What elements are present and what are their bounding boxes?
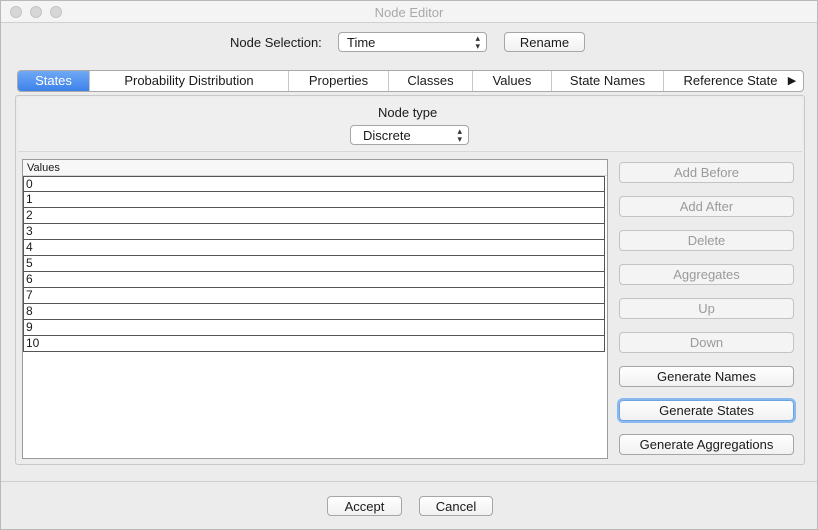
- generate-aggregations-button[interactable]: Generate Aggregations: [619, 434, 794, 455]
- value-row[interactable]: 3: [23, 224, 605, 240]
- value-row[interactable]: 9: [23, 320, 605, 336]
- up-button[interactable]: Up: [619, 298, 794, 319]
- value-row[interactable]: 1: [23, 192, 605, 208]
- value-row[interactable]: 2: [23, 208, 605, 224]
- value-row[interactable]: 5: [23, 256, 605, 272]
- values-column-header: Values: [23, 160, 607, 176]
- accept-button[interactable]: Accept: [327, 496, 402, 516]
- value-row[interactable]: 6: [23, 272, 605, 288]
- values-table[interactable]: Values 0 1 2 3 4 5 6 7 8 9 10: [22, 159, 608, 459]
- node-editor-window: Node Editor Node Selection: Time ▴ ▾ Rena…: [0, 0, 818, 530]
- title-bar: Node Editor: [1, 1, 817, 23]
- rename-button[interactable]: Rename: [504, 32, 585, 52]
- tab-states[interactable]: States: [18, 71, 90, 91]
- node-type-value: Discrete: [363, 128, 411, 143]
- tab-properties[interactable]: Properties: [289, 71, 389, 91]
- add-before-button[interactable]: Add Before: [619, 162, 794, 183]
- generate-names-button[interactable]: Generate Names: [619, 366, 794, 387]
- down-button[interactable]: Down: [619, 332, 794, 353]
- value-row[interactable]: 7: [23, 288, 605, 304]
- generate-states-button[interactable]: Generate States: [619, 400, 794, 421]
- value-row[interactable]: 4: [23, 240, 605, 256]
- node-type-select[interactable]: Discrete ▴ ▾: [350, 125, 469, 145]
- window-title: Node Editor: [374, 5, 444, 20]
- aggregates-button[interactable]: Aggregates: [619, 264, 794, 285]
- node-selection-select[interactable]: Time ▴ ▾: [338, 32, 487, 52]
- node-selection-label: Node Selection:: [230, 35, 322, 50]
- tab-probability-distribution[interactable]: Probability Distribution: [90, 71, 289, 91]
- tab-values[interactable]: Values: [473, 71, 552, 91]
- tab-classes[interactable]: Classes: [389, 71, 473, 91]
- updown-chevron-icon: ▴ ▾: [475, 33, 480, 51]
- node-selection-value: Time: [347, 35, 376, 50]
- value-row[interactable]: 8: [23, 304, 605, 320]
- tab-scroll-right-icon[interactable]: ▶: [781, 71, 803, 91]
- node-type-label: Node type: [378, 105, 438, 120]
- cancel-button[interactable]: Cancel: [419, 496, 493, 516]
- add-after-button[interactable]: Add After: [619, 196, 794, 217]
- tab-bar: States Probability Distribution Properti…: [17, 70, 804, 92]
- footer-divider: [1, 481, 817, 482]
- tab-reference-state[interactable]: Reference State: [664, 71, 797, 91]
- value-row[interactable]: 10: [23, 336, 605, 352]
- tab-state-names[interactable]: State Names: [552, 71, 664, 91]
- value-row[interactable]: 0: [23, 176, 605, 192]
- updown-chevron-icon: ▴ ▾: [457, 126, 462, 144]
- delete-button[interactable]: Delete: [619, 230, 794, 251]
